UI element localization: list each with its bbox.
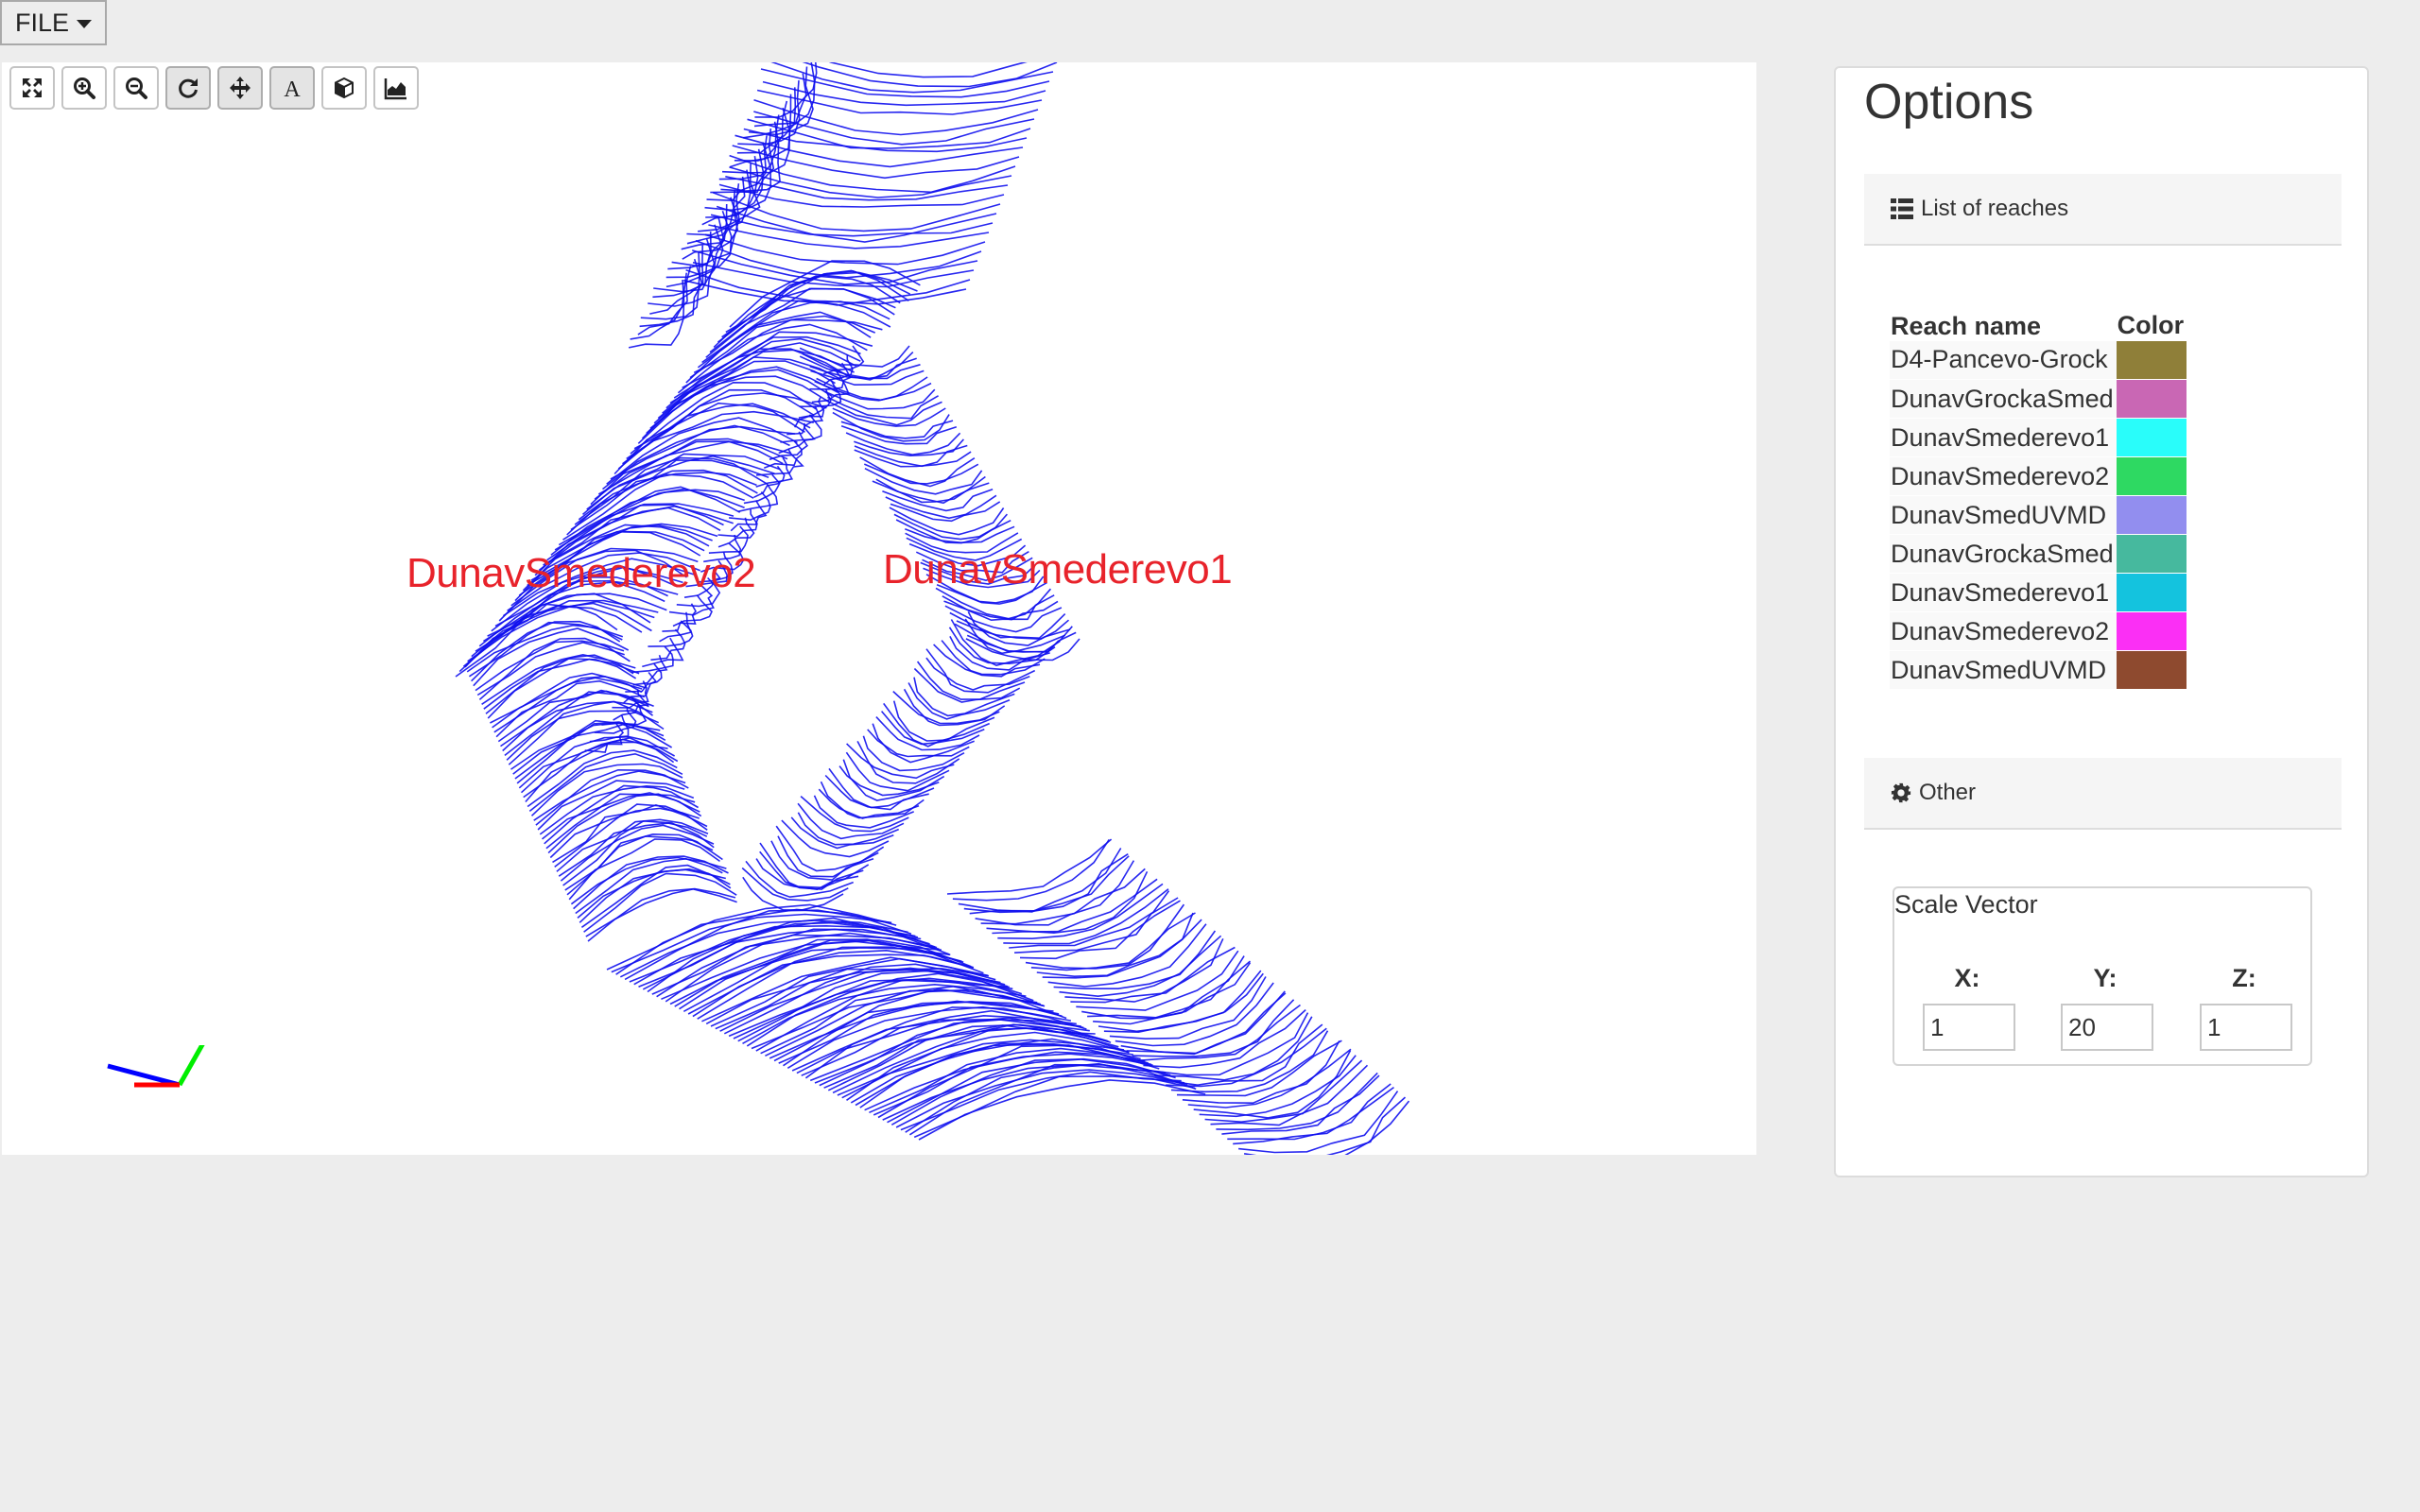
scale-z-input[interactable] <box>2200 1004 2292 1051</box>
other-section-label: Other <box>1919 780 1977 805</box>
area-chart-button[interactable] <box>373 66 419 110</box>
reach-label-smederevo1: DunavSmederevo1 <box>883 546 1233 593</box>
reach-name-cell: DunavSmederevo2 <box>1890 456 2117 496</box>
file-menu-button[interactable]: FILE <box>0 0 107 45</box>
zoom-out-button[interactable] <box>113 66 159 110</box>
reach-label-smederevo2: DunavSmederevo2 <box>406 550 756 596</box>
gear-icon <box>1891 782 1911 803</box>
list-icon <box>1891 198 1913 219</box>
reach-color-swatch[interactable] <box>2116 573 2187 612</box>
reach-name-cell: DunavGrockaSmed <box>1890 379 2117 419</box>
reach-name-cell: DunavSmederevo1 <box>1890 418 2117 457</box>
scale-x-input[interactable] <box>1923 1004 2015 1051</box>
scale-vector-legend: Scale Vector <box>1894 890 2038 919</box>
reset-rotation-button[interactable] <box>165 66 211 110</box>
reach-row[interactable]: DunavSmederevo1 <box>1890 418 2187 457</box>
reach-color-swatch[interactable] <box>2116 534 2187 574</box>
reach-color-swatch[interactable] <box>2116 418 2187 457</box>
reset-rotation-icon <box>179 78 198 98</box>
reach-name-cell: DunavGrockaSmed <box>1890 534 2117 574</box>
pan-move-icon <box>230 77 251 99</box>
file-menu-label: FILE <box>14 8 70 37</box>
column-header-color: Color <box>2117 311 2185 339</box>
reach-name-cell: DunavSmederevo2 <box>1890 611 2117 651</box>
axes-gizmo <box>107 1045 205 1088</box>
list-of-reaches-label: List of reaches <box>1921 196 2069 221</box>
reach-table-header-row: Reach name Color <box>1890 304 2187 341</box>
z-axis-line <box>107 1063 181 1088</box>
reach-name-cell: DunavSmedUVMD <box>1890 495 2117 535</box>
reach-color-swatch[interactable] <box>2116 379 2187 419</box>
reach-color-swatch[interactable] <box>2116 456 2187 496</box>
reach-mesh-top <box>628 62 818 349</box>
text-labels-button[interactable]: A <box>269 66 315 110</box>
reach-row[interactable]: DunavSmederevo2 <box>1890 611 2187 651</box>
scale-y-input[interactable] <box>2061 1004 2153 1051</box>
reach-row[interactable]: DunavSmederevo2 <box>1890 456 2187 496</box>
reach-color-swatch[interactable] <box>2116 650 2187 689</box>
zoom-in-icon <box>74 77 95 99</box>
zoom-in-button[interactable] <box>61 66 107 110</box>
reach-name-cell: DunavSmederevo1 <box>1890 573 2117 612</box>
reach-table: Reach name Color D4-Pancevo-Grock DunavGr… <box>1890 304 2187 689</box>
area-chart-icon <box>384 78 406 100</box>
reach-row[interactable]: DunavGrockaSmed <box>1890 379 2187 419</box>
fit-to-screen-button[interactable] <box>9 66 55 110</box>
reach-name-cell: D4-Pancevo-Grock <box>1890 340 2117 380</box>
reach-row[interactable]: D4-Pancevo-Grock <box>1890 340 2187 380</box>
svg-text:A: A <box>284 77 301 100</box>
reach-color-swatch[interactable] <box>2116 340 2187 380</box>
scale-z-label: Z: <box>2232 964 2256 992</box>
pan-move-button[interactable] <box>217 66 263 110</box>
reach-color-swatch[interactable] <box>2116 495 2187 535</box>
reach-row[interactable]: DunavSmedUVMD <box>1890 650 2187 689</box>
list-of-reaches-header[interactable]: List of reaches <box>1864 174 2342 246</box>
other-section-header[interactable]: Other <box>1864 758 2342 830</box>
y-axis-line <box>177 1045 205 1087</box>
reach-mesh-right-lower <box>741 611 1071 911</box>
reach-mesh-right <box>799 345 1080 662</box>
reach-color-swatch[interactable] <box>2116 611 2187 651</box>
reach-mesh-top-right <box>683 62 1058 306</box>
column-header-reach-name: Reach name <box>1891 311 2042 340</box>
panel-title: Options <box>1864 75 2034 129</box>
options-panel: Options List of reaches Reach name Color… <box>1834 66 2369 1177</box>
reach-row[interactable]: DunavSmedUVMD <box>1890 495 2187 535</box>
caret-down-icon <box>77 19 93 28</box>
reach-name-cell: DunavSmedUVMD <box>1890 650 2117 689</box>
scale-vector-group: Scale Vector X: Y: Z: <box>1893 886 2312 1066</box>
reach-mesh-left-lower <box>464 603 737 942</box>
fit-to-screen-icon <box>23 78 42 97</box>
viewer-toolbar: A <box>9 66 419 110</box>
cube-view-button[interactable] <box>321 66 367 110</box>
3d-viewer-canvas[interactable]: DunavSmederevo2 DunavSmederevo1 A <box>2 62 1756 1155</box>
scale-y-label: Y: <box>2093 964 2118 992</box>
text-labels-icon: A <box>284 77 301 100</box>
scale-x-label: X: <box>1954 964 1980 992</box>
zoom-out-icon <box>126 77 147 99</box>
cube-view-icon <box>335 77 354 99</box>
reach-row[interactable]: DunavGrockaSmed <box>1890 534 2187 574</box>
river-cross-sections <box>455 62 1410 1155</box>
reach-row[interactable]: DunavSmederevo1 <box>1890 573 2187 612</box>
